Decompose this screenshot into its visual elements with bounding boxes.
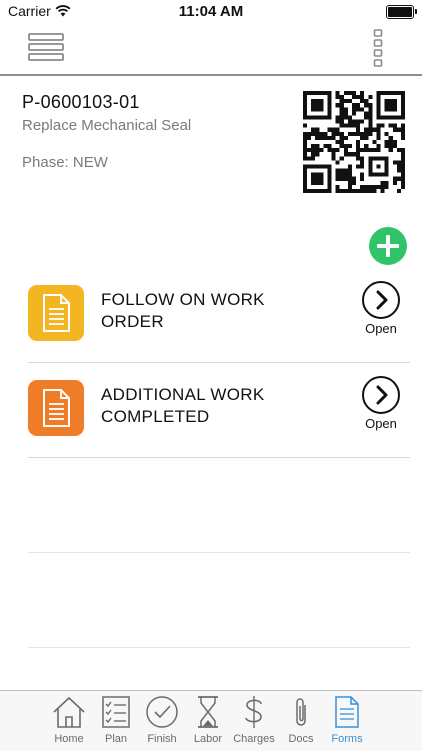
open-label[interactable]: Open: [358, 416, 404, 431]
open-label[interactable]: Open: [358, 321, 404, 336]
work-order-phase: Phase: NEW: [22, 154, 108, 171]
checkmark-circle-icon: [146, 696, 178, 728]
tab-charges[interactable]: Charges: [231, 695, 277, 747]
status-bar: Carrier 11:04 AM: [0, 0, 422, 24]
more-options-icon[interactable]: [372, 28, 384, 68]
form-title: ADDITIONAL WORK COMPLETED: [101, 385, 265, 426]
document-icon: [335, 696, 359, 728]
add-form-button[interactable]: [369, 227, 407, 265]
tab-home[interactable]: Home: [46, 695, 92, 747]
tab-bar: Home Plan Finish Labor Charges Docs Form…: [0, 690, 422, 751]
form-document-icon: [28, 380, 84, 436]
form-document-icon: [28, 285, 84, 341]
chevron-right-icon[interactable]: [362, 376, 400, 414]
home-icon: [53, 696, 85, 728]
nav-bar: [0, 24, 422, 76]
chevron-right-icon[interactable]: [362, 281, 400, 319]
tab-forms[interactable]: Forms: [324, 695, 370, 747]
form-row[interactable]: ADDITIONAL WORK COMPLETED Open: [28, 362, 410, 458]
list-divider: [28, 552, 410, 553]
form-title: FOLLOW ON WORK ORDER: [101, 290, 265, 331]
document-icon: [43, 389, 70, 427]
document-icon: [43, 294, 70, 332]
open-form-button[interactable]: Open: [358, 281, 404, 347]
battery-icon: [386, 5, 417, 19]
checklist-icon: [102, 696, 130, 728]
status-time: 11:04 AM: [178, 3, 244, 20]
tab-label: Forms: [331, 733, 363, 745]
dollar-icon: [245, 696, 262, 728]
paperclip-icon: [296, 698, 306, 726]
hourglass-icon: [198, 696, 218, 728]
open-form-button[interactable]: Open: [358, 376, 404, 442]
qr-code-icon: [303, 91, 405, 193]
work-order-number: P-0600103-01: [22, 92, 140, 112]
list-divider: [28, 647, 410, 648]
form-row[interactable]: FOLLOW ON WORK ORDER Open: [28, 267, 410, 363]
work-order-description: Replace Mechanical Seal: [22, 117, 192, 134]
menu-icon[interactable]: [28, 32, 64, 62]
